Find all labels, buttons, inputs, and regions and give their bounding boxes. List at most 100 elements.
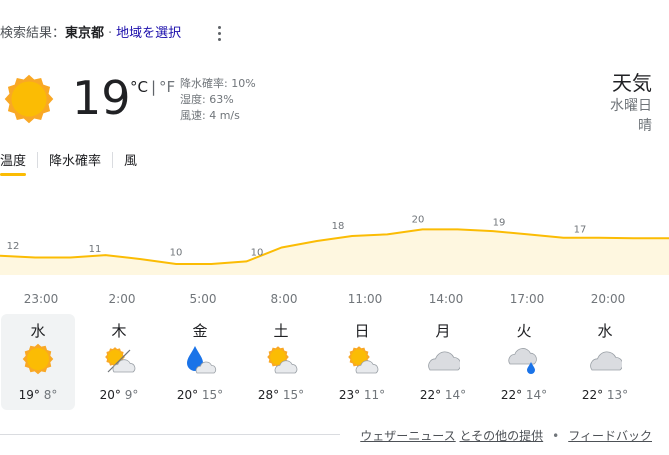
- day-temps: 22° 14°: [487, 388, 561, 402]
- others-link[interactable]: とその他の提供: [460, 429, 544, 443]
- daily-forecast: 水 19° 8° 木 20° 9° 金 20° 15° 土 28° 15° 日 23° 11° 月 2…: [0, 314, 669, 410]
- cloud-icon: [428, 351, 462, 371]
- day-card[interactable]: 火 22° 14°: [487, 314, 561, 410]
- day-name: 水: [597, 322, 613, 340]
- hour-label: 20:00: [590, 292, 626, 306]
- day-low: 8°: [39, 388, 58, 402]
- current-details: 降水確率: 10% 湿度: 63% 風速: 4 m/s: [180, 76, 256, 124]
- day-high: 22°: [419, 388, 442, 402]
- day-high: 28°: [257, 388, 280, 402]
- day-card[interactable]: 土 28° 15°: [244, 314, 318, 410]
- sun-cloud-icon: [267, 346, 298, 374]
- location-separator: ·: [108, 26, 113, 41]
- tab-precipitation[interactable]: 降水確率: [49, 150, 101, 176]
- day-name: 土: [273, 322, 289, 340]
- unit-fahrenheit[interactable]: °F: [159, 78, 175, 96]
- day-high: 22°: [581, 388, 604, 402]
- chart-data-label: 17: [574, 224, 587, 235]
- day-high: 20°: [176, 388, 199, 402]
- sun-cloud-icon: [348, 346, 379, 374]
- day-name: 月: [435, 322, 451, 340]
- cloud-icon: [590, 351, 624, 371]
- day-card[interactable]: 木 20° 9°: [82, 314, 156, 410]
- chart-data-label: 10: [251, 247, 264, 258]
- hour-label: 23:00: [23, 292, 59, 306]
- hour-labels: 23:00 2:00 5:00 8:00 11:00 14:00 17:00 20:00: [0, 292, 669, 306]
- tab-divider: [37, 152, 39, 168]
- sun-cloud-icon: [264, 342, 298, 376]
- day-name: 日: [354, 322, 370, 340]
- tab-wind[interactable]: 風: [124, 150, 137, 176]
- day-temps: 23° 11°: [325, 388, 399, 402]
- day-card[interactable]: 水 19° 8°: [1, 314, 75, 410]
- day-high: 22°: [500, 388, 523, 402]
- day-high: 20°: [99, 388, 121, 402]
- partly-cloudy-icon: [105, 347, 136, 373]
- location-line: 検索結果：東京都 · 地域を選択: [0, 22, 181, 41]
- day-name: 火: [516, 322, 532, 340]
- hour-label: 8:00: [270, 292, 298, 306]
- cloud-icon: [588, 342, 624, 376]
- chart-data-label: 18: [332, 221, 345, 232]
- more-options-icon[interactable]: [212, 24, 228, 42]
- location-label: 検索結果：: [0, 26, 66, 41]
- day-temps: 22° 13°: [568, 388, 642, 402]
- temperature-chart: 12 11 10 10 18 20 19 17: [0, 214, 669, 275]
- current-sun-icon: [2, 72, 56, 126]
- day-name: 金: [192, 322, 208, 340]
- day-high: 23°: [338, 388, 361, 402]
- cloud-icon: [426, 342, 462, 376]
- location-city: 東京都: [65, 26, 105, 41]
- source-link[interactable]: ウェザーニュース: [360, 429, 455, 443]
- weather-title: 天気: [612, 71, 652, 95]
- day-low: 9°: [120, 388, 139, 402]
- current-temperature: 19: [72, 71, 131, 125]
- hour-label: 11:00: [347, 292, 383, 306]
- footer-bullet: •: [552, 429, 560, 443]
- chart-data-label: 20: [412, 214, 425, 225]
- sun-icon: [22, 343, 54, 375]
- weather-condition: 晴: [638, 118, 652, 134]
- hour-label: 2:00: [108, 292, 136, 306]
- weather-header: 天気 水曜日 晴: [610, 70, 652, 136]
- chart-data-label: 12: [7, 241, 20, 252]
- partly-cloudy-icon: [102, 342, 136, 376]
- day-temps: 20° 15°: [163, 388, 237, 402]
- footer-divider: [0, 434, 340, 435]
- unit-separator: |: [150, 78, 157, 96]
- day-temps: 19° 8°: [1, 388, 75, 402]
- rain-cloud-icon: [183, 342, 217, 376]
- day-card[interactable]: 日 23° 11°: [325, 314, 399, 410]
- day-low: 13°: [603, 388, 629, 402]
- hour-label: 14:00: [428, 292, 464, 306]
- day-low: 14°: [441, 388, 467, 402]
- day-temps: 20° 9°: [82, 388, 156, 402]
- day-card[interactable]: 月 22° 14°: [406, 314, 480, 410]
- day-low: 15°: [279, 388, 305, 402]
- tab-bar: 温度 降水確率風: [0, 150, 137, 176]
- humidity-text: 湿度: 63%: [180, 93, 234, 106]
- cloud-rain-icon: [507, 342, 541, 376]
- day-name: 木: [111, 322, 127, 340]
- chart-data-label: 19: [493, 218, 506, 229]
- rain-cloud-icon: [187, 346, 217, 374]
- day-card[interactable]: 金 20° 15°: [163, 314, 237, 410]
- wind-text: 風速: 4 m/s: [180, 109, 240, 122]
- change-location-link[interactable]: 地域を選択: [116, 26, 181, 41]
- unit-toggle: °C | °F: [130, 78, 175, 96]
- feedback-link[interactable]: フィードバック: [568, 429, 652, 443]
- day-low: 15°: [198, 388, 224, 402]
- tab-temperature[interactable]: 温度: [0, 150, 27, 176]
- cloud-rain-icon: [508, 348, 537, 374]
- day-high: 19°: [18, 388, 40, 402]
- hour-label: 17:00: [509, 292, 545, 306]
- day-temps: 22° 14°: [406, 388, 480, 402]
- day-card[interactable]: 水 22° 13°: [568, 314, 642, 410]
- chart-data-label: 11: [89, 244, 102, 255]
- weather-day: 水曜日: [610, 98, 652, 114]
- unit-celsius[interactable]: °C: [130, 78, 148, 96]
- day-temps: 28° 15°: [244, 388, 318, 402]
- precip-text: 降水確率: 10%: [180, 77, 256, 90]
- sun-icon: [4, 74, 54, 124]
- sun-cloud-icon: [345, 342, 379, 376]
